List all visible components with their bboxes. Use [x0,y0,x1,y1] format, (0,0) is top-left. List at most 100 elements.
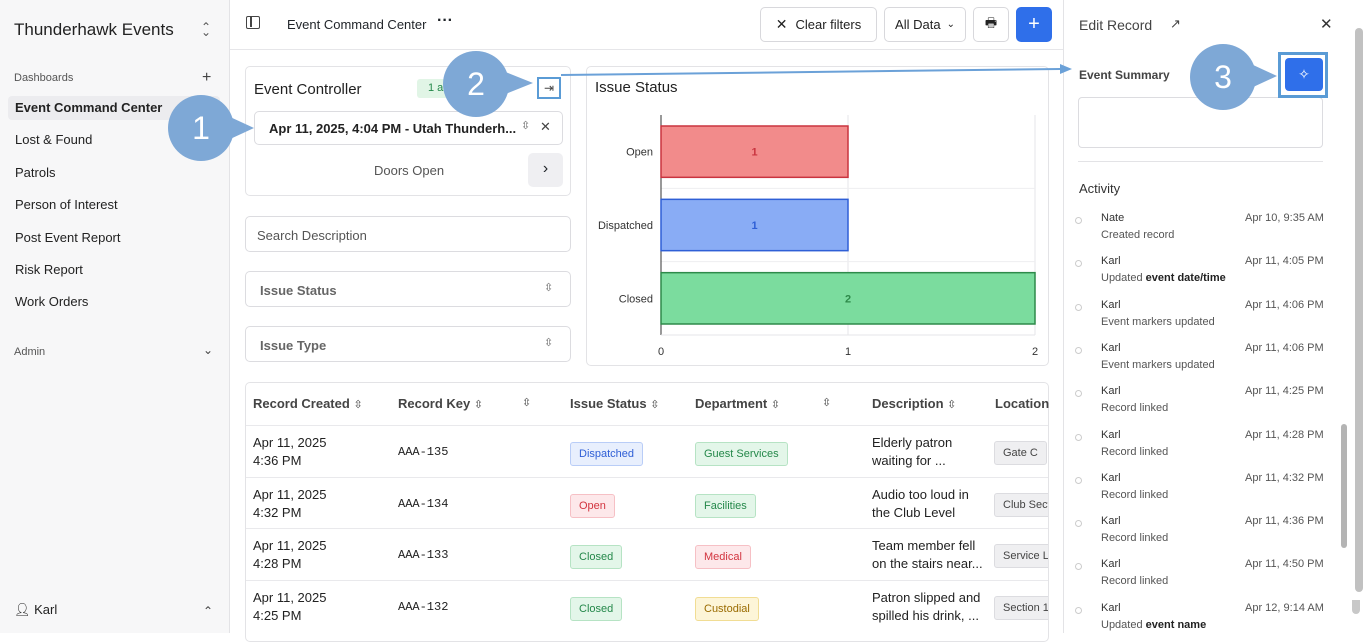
select-updown-icon: ⇳ [544,282,554,294]
add-record-button[interactable]: + [1016,7,1052,42]
user-chevron-up-icon[interactable]: ⌃ [203,604,213,618]
cell-issue-status: Closed [570,596,623,621]
issue-type-filter[interactable]: Issue Type ⇳ [245,326,571,362]
department-badge: Facilities [695,493,756,518]
timeline-dot [1075,303,1082,311]
brand-name[interactable]: Thunderhawk Events [14,20,174,40]
department-badge: Guest Services [695,442,788,466]
activity-time: Apr 10, 9:35 AM [1245,212,1324,224]
activity-text: Updated event date/time [1101,272,1226,285]
clear-event-icon[interactable]: ✕ [540,119,551,135]
sidebar-item-post-event-report[interactable]: Post Event Report [8,226,220,250]
status-badge: Open [570,493,615,518]
cell-department: Facilities [695,493,756,518]
data-scope-select[interactable]: All Data ⌄ [884,7,966,42]
cell-record-key: AAA-135 [398,445,449,459]
column-header-record-created[interactable]: Record Created ⇳ [253,396,363,411]
activity-time: Apr 11, 4:05 PM [1245,255,1324,268]
cell-department: Custodial [695,596,759,621]
sidebar-item-person-of-interest[interactable]: Person of Interest [8,193,220,217]
chevron-right-icon: › [542,160,549,177]
printer-icon: 🖶︎ [984,14,998,30]
table-row[interactable]: Apr 11, 2025 4:32 PM AAA-134 Open Facilit… [246,476,1048,529]
print-button[interactable]: 🖶︎ [973,7,1009,42]
category-label: Open [626,147,653,159]
callout-1-pointer [228,116,254,140]
scrollbar-thumb[interactable] [1341,424,1347,548]
department-badge: Medical [695,545,751,569]
admin-section-label[interactable]: Admin [14,346,45,358]
toggle-sidebar-icon[interactable] [246,16,260,29]
collapse-panel-icon[interactable]: ⇥ [537,77,561,99]
status-badge: Closed [570,545,623,569]
next-step-button[interactable]: › [528,153,563,187]
select-updown-icon: ⇳ [544,337,554,349]
select-updown-icon: ⇳ [521,120,531,132]
event-controller-title: Event Controller [254,81,362,98]
add-dashboard-icon[interactable]: + [202,69,211,87]
outer-scrollbar[interactable] [1355,28,1363,592]
location-badge: Section 1 [994,595,1048,620]
sidebar-item-risk-report[interactable]: Risk Report [8,258,220,282]
admin-chevron-down-icon[interactable]: ⌄ [203,343,213,357]
event-summary-label: Event Summary [1079,68,1170,82]
column-header-department[interactable]: Department ⇳ [695,396,780,411]
activity-time: Apr 11, 4:06 PM [1245,298,1324,311]
event-summary-field[interactable] [1078,97,1323,148]
sort-icon: ⇳ [770,399,781,411]
activity-time: Apr 12, 9:14 AM [1245,601,1324,614]
issue-status-filter[interactable]: Issue Status ⇳ [245,271,571,307]
activity-time: Apr 11, 4:25 PM [1245,385,1324,398]
open-external-icon[interactable]: ↗ [1170,16,1181,32]
column-header-location[interactable]: Location [995,396,1049,411]
close-panel-icon[interactable]: ✕ [1320,15,1333,33]
table-row[interactable]: Apr 11, 2025 4:36 PM AAA-135 Dispatched G… [246,425,1048,477]
cell-department: Guest Services [695,442,788,466]
callout-3: 3 [1190,44,1256,110]
timeline-dot [1075,476,1082,484]
sidebar-item-patrols[interactable]: Patrols [8,161,220,185]
column-header-record-key[interactable]: Record Key ⇳ [398,396,483,411]
issue-status-filter-label: Issue Status [260,283,337,298]
sort-icon[interactable]: ⇳ [822,396,831,409]
timeline-dot [1075,606,1082,614]
event-select[interactable]: Apr 11, 2025, 4:04 PM - Utah Thunderh...… [254,111,563,145]
table-row[interactable]: Apr 11, 2025 4:25 PM AAA-132 Closed Custo… [246,579,1048,632]
divider [1078,161,1323,162]
sort-icon[interactable]: ⇳ [522,396,531,409]
column-header-issue-status[interactable]: Issue Status ⇳ [570,396,659,411]
timeline-dot [1075,433,1082,441]
workspace-switcher-icon[interactable]: ⌃ ⌄ [201,20,211,48]
activity-text: Record linked [1101,488,1169,501]
activity-time: Apr 11, 4:36 PM [1245,515,1324,528]
callout-3-pointer [1251,64,1277,88]
cell-location: Gate C [994,441,1048,465]
cell-record-created: Apr 11, 2025 4:25 PM [253,589,327,623]
location-badge: Gate C [994,441,1047,465]
activity-time: Apr 11, 4:06 PM [1245,341,1324,354]
cell-location: Section 1 [994,595,1048,620]
cell-issue-status: Open [570,493,615,518]
cell-location: Club Sect [994,492,1048,517]
event-step-label: Doors Open [374,163,445,178]
timeline-dot [1075,217,1082,224]
cell-description: Elderly patron waiting for ... [872,435,953,468]
user-menu[interactable]: 👤︎ Karl [14,602,57,618]
table-row[interactable]: Apr 11, 2025 4:28 PM AAA-133 Closed Medic… [246,528,1048,580]
activity-text: Record linked [1101,575,1169,588]
cell-issue-status: Closed [570,545,623,569]
cell-description: Team member fell on the stairs near... [872,538,983,571]
highlight-box [1278,52,1328,98]
user-name: Karl [34,602,58,617]
sidebar-item-work-orders[interactable]: Work Orders [8,290,220,314]
category-label: Dispatched [598,220,653,232]
issue-type-filter-label: Issue Type [260,338,327,353]
clear-filters-label: Clear filters [795,17,862,32]
search-description-input[interactable]: Search Description [245,216,571,252]
more-options-icon[interactable]: ··· [437,12,453,30]
clear-filters-button[interactable]: ✕ Clear filters [760,7,877,42]
activity-time: Apr 11, 4:32 PM [1245,471,1324,484]
category-label: Closed [619,293,653,305]
dashboards-section-label: Dashboards [14,72,74,84]
column-header-description[interactable]: Description ⇳ [872,396,956,411]
